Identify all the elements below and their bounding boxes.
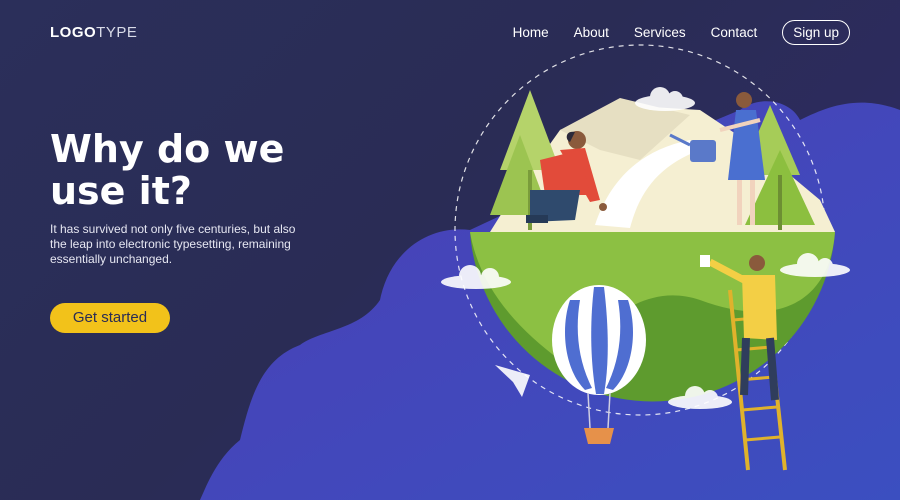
get-started-button[interactable]: Get started [50,303,170,333]
logo[interactable]: LOGOTYPE [50,24,137,41]
nav-link-home[interactable]: Home [513,25,549,40]
nav-link-contact[interactable]: Contact [711,25,758,40]
hero-description: It has survived not only five centuries,… [50,222,296,266]
nav-link-services[interactable]: Services [634,25,686,40]
main-nav: Home About Services Contact Sign up [488,20,850,45]
hero-title: Why do we use it? [50,128,284,212]
nav-link-about[interactable]: About [574,25,609,40]
logo-light-text: TYPE [96,24,138,41]
signup-button[interactable]: Sign up [782,20,850,45]
hero-title-line-2: use it? [50,169,192,213]
hero-title-line-1: Why do we [50,127,285,171]
logo-bold-text: LOGO [50,24,97,41]
